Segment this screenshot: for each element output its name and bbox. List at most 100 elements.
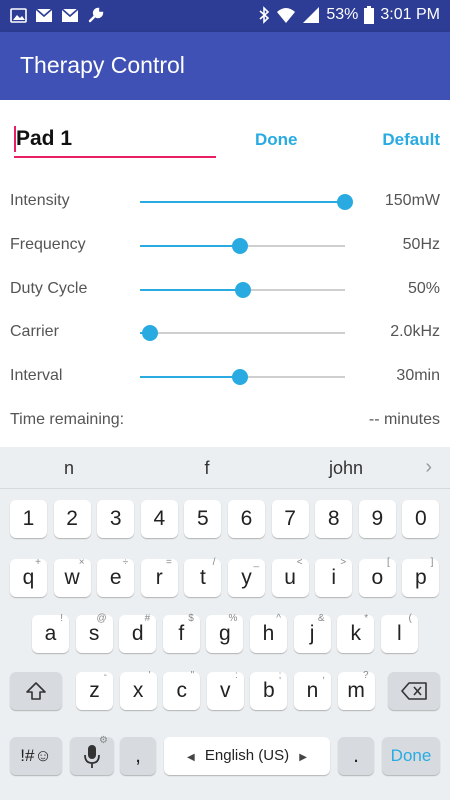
setting-label: Intensity xyxy=(10,192,70,209)
key-secondary-label: ' xyxy=(148,670,151,681)
key-label: y xyxy=(241,566,252,589)
key-8[interactable]: 8 xyxy=(315,500,353,538)
key-v[interactable]: v: xyxy=(206,670,244,710)
key-b[interactable]: b; xyxy=(250,670,288,710)
chevron-right-icon[interactable]: › xyxy=(425,456,432,479)
key-secondary-label: > xyxy=(340,557,347,568)
key-2[interactable]: 2 xyxy=(53,500,91,538)
carrier-slider[interactable] xyxy=(140,325,345,341)
key-f[interactable]: f $ xyxy=(162,613,200,653)
key-9[interactable]: 9 xyxy=(358,500,396,538)
setting-label: Frequency xyxy=(10,236,86,253)
key-label: e xyxy=(109,566,122,589)
key-j[interactable]: j & xyxy=(293,613,331,653)
suggestion-item[interactable]: john xyxy=(306,458,386,479)
pad-name-input[interactable]: Pad 1 xyxy=(14,124,216,158)
key-7[interactable]: 7 xyxy=(271,500,309,538)
key-n[interactable]: n, xyxy=(294,670,331,710)
interval-slider[interactable] xyxy=(140,369,345,385)
setting-row-interval: Interval 30min xyxy=(0,357,450,397)
key-q[interactable]: q + xyxy=(10,557,47,597)
setting-label: Duty Cycle xyxy=(10,280,88,297)
symbols-key[interactable]: !#☺ xyxy=(10,737,62,775)
key-w[interactable]: w × xyxy=(53,557,91,597)
default-button[interactable]: Default xyxy=(382,130,440,150)
comma-key[interactable]: , xyxy=(120,737,156,775)
status-bar: 53% 3:01 PM xyxy=(0,0,450,32)
key-secondary-label: ^ xyxy=(276,613,281,624)
key-g[interactable]: g% xyxy=(206,613,244,653)
duty-cycle-slider[interactable] xyxy=(140,282,345,298)
keyboard-done-key[interactable]: Done xyxy=(382,737,440,775)
key-secondary-label: % xyxy=(228,613,238,624)
key-z[interactable]: z- xyxy=(76,670,113,710)
key-e[interactable]: e ÷ xyxy=(97,557,135,597)
key-label: t xyxy=(199,566,206,589)
key-l[interactable]: l( xyxy=(380,613,418,653)
key-label: 7 xyxy=(284,507,296,530)
key-t[interactable]: t / xyxy=(184,557,222,597)
key-s[interactable]: s @ xyxy=(75,613,113,653)
key-k[interactable]: k * xyxy=(337,613,375,653)
voice-input-key[interactable]: ⚙ xyxy=(70,735,114,775)
key-secondary-label: = xyxy=(165,557,172,568)
period-key[interactable]: . xyxy=(338,737,374,775)
frequency-slider[interactable] xyxy=(140,238,345,254)
key-6[interactable]: 6 xyxy=(228,500,265,538)
slider-thumb[interactable] xyxy=(142,325,159,341)
battery-icon xyxy=(364,6,375,24)
key-secondary-label: : xyxy=(235,670,238,681)
battery-percent: 53% xyxy=(326,6,359,23)
key-secondary-label: ÷ xyxy=(122,557,129,568)
key-h[interactable]: h ^ xyxy=(250,613,287,653)
key-d[interactable]: d # xyxy=(119,613,157,653)
key-y[interactable]: y _ xyxy=(228,557,265,597)
key-5[interactable]: 5 xyxy=(184,500,222,538)
key-3[interactable]: 3 xyxy=(97,500,135,538)
backspace-icon xyxy=(401,682,427,700)
time-remaining-row: Time remaining: -- minutes xyxy=(0,401,450,441)
key-m[interactable]: m? xyxy=(337,670,375,710)
key-label: r xyxy=(155,566,163,589)
done-button[interactable]: Done xyxy=(255,130,298,150)
key-0[interactable]: 0 xyxy=(402,500,440,538)
bluetooth-icon xyxy=(259,6,270,24)
slider-thumb[interactable] xyxy=(232,238,249,254)
key-r[interactable]: r = xyxy=(140,557,178,597)
mail-icon xyxy=(61,7,79,22)
key-secondary-label: ? xyxy=(363,670,369,681)
key-p[interactable]: p] xyxy=(402,557,440,597)
time-remaining-label: Time remaining: xyxy=(10,411,125,428)
key-label: 0 xyxy=(415,507,427,530)
intensity-slider[interactable] xyxy=(140,194,353,210)
key-1[interactable]: 1 xyxy=(10,500,47,538)
key-o[interactable]: o[ xyxy=(358,557,396,597)
slider-fill xyxy=(140,201,345,203)
setting-row-frequency: Frequency 50Hz xyxy=(0,226,450,266)
backspace-key[interactable] xyxy=(388,672,440,710)
key-i[interactable]: i > xyxy=(315,557,353,597)
suggestion-item[interactable]: n xyxy=(40,458,98,479)
soft-keyboard: n f john › !#☺ ⚙ , ◀ English (US) ▶ . Do… xyxy=(0,447,450,800)
key-secondary-label: _ xyxy=(253,557,259,568)
shift-key[interactable] xyxy=(10,672,62,710)
key-label: d xyxy=(131,622,144,645)
space-key[interactable]: ◀ English (US) ▶ xyxy=(164,737,330,775)
key-label: x xyxy=(132,679,144,702)
key-a[interactable]: a! xyxy=(32,613,69,653)
key-u[interactable]: u < xyxy=(271,557,309,597)
suggestion-item[interactable]: f xyxy=(178,458,236,479)
slider-fill xyxy=(140,289,243,291)
slider-thumb[interactable] xyxy=(234,282,251,298)
key-label: 3 xyxy=(109,507,122,530)
slider-thumb[interactable] xyxy=(232,369,249,385)
key-c[interactable]: c " xyxy=(163,670,201,710)
key-label: 8 xyxy=(327,507,340,530)
key-secondary-label: @ xyxy=(96,613,107,624)
app-bar: Therapy Control xyxy=(0,32,450,100)
key-x[interactable]: x ' xyxy=(119,670,157,710)
slider-thumb[interactable] xyxy=(337,194,353,210)
chevron-left-icon: ◀ xyxy=(187,752,195,763)
key-secondary-label: * xyxy=(364,613,369,624)
key-4[interactable]: 4 xyxy=(140,500,178,538)
